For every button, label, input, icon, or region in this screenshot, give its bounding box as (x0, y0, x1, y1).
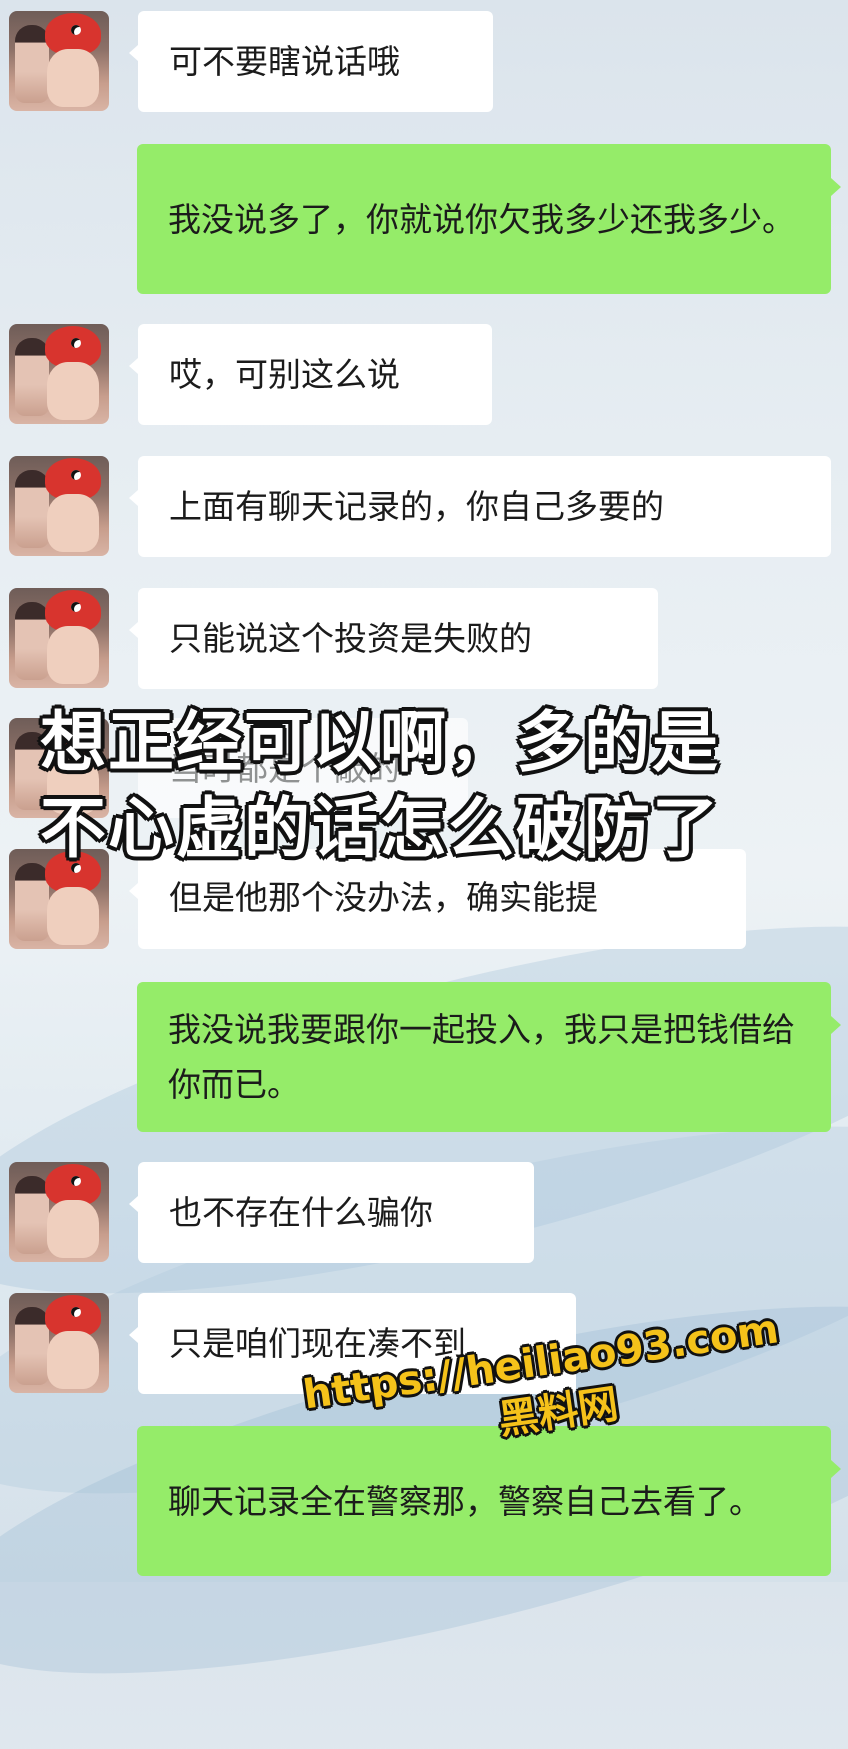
message-bubble-received[interactable]: 可不要瞎说话哦 (129, 11, 493, 112)
caption-line-2: 不心虚的话怎么破防了 (40, 790, 720, 867)
contact-avatar[interactable] (9, 588, 109, 688)
message-bubble-sent[interactable]: 我没说我要跟你一起投入，我只是把钱借给你而已。 (137, 982, 841, 1132)
message-bubble-received[interactable]: 哎，可别这么说 (129, 324, 492, 425)
video-caption-overlay: 想正经可以啊，多的是 不心虚的话怎么破防了 (40, 700, 820, 872)
message-bubble-received[interactable]: 也不存在什么骗你 (129, 1162, 534, 1263)
caption-line-1: 想正经可以啊，多的是 (40, 704, 720, 781)
message-bubble-received[interactable]: 上面有聊天记录的，你自己多要的 (129, 456, 831, 557)
message-bubble-sent[interactable]: 我没说多了，你就说你欠我多少还我多少。 (137, 144, 841, 294)
contact-avatar[interactable] (9, 456, 109, 556)
message-bubble-received[interactable]: 只能说这个投资是失败的 (129, 588, 658, 689)
contact-avatar[interactable] (9, 324, 109, 424)
contact-avatar[interactable] (9, 1162, 109, 1262)
contact-avatar[interactable] (9, 1293, 109, 1393)
contact-avatar[interactable] (9, 11, 109, 111)
